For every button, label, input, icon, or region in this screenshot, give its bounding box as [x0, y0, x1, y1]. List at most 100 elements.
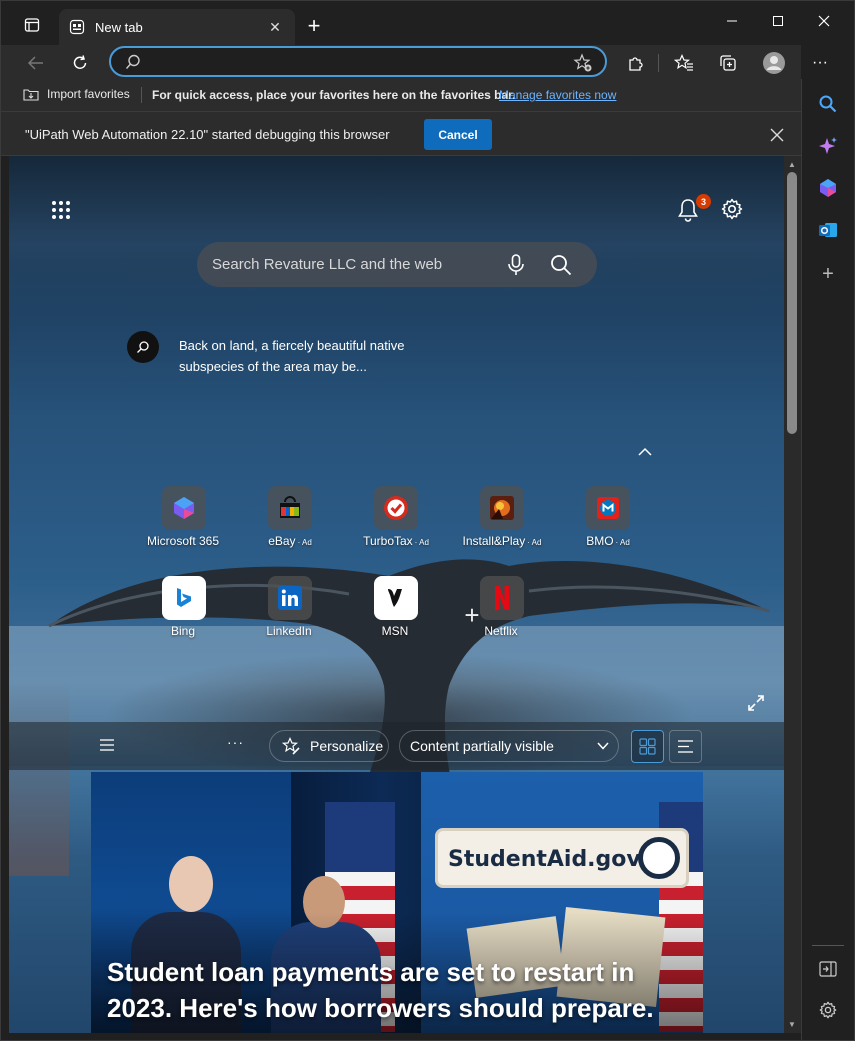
microsoft-365-icon	[820, 179, 836, 197]
close-icon	[818, 15, 830, 27]
microphone-icon[interactable]	[505, 253, 527, 277]
quick-link-label: TurboTax · Ad	[363, 534, 429, 548]
chevron-up-icon[interactable]	[635, 444, 655, 460]
tab-actions-icon	[24, 18, 40, 32]
page-settings-gear-icon[interactable]	[721, 198, 743, 220]
sidebar-outlook-button[interactable]	[815, 217, 841, 243]
new-tab-page: 3 Back on land, a fiercely beautiful nat…	[9, 156, 784, 1033]
bing-icon	[162, 576, 206, 620]
notification-badge: 3	[696, 194, 711, 209]
personalize-button[interactable]: Personalize	[269, 730, 389, 762]
quick-link-label: Microsoft 365	[146, 534, 220, 548]
gear-icon	[819, 1001, 837, 1019]
infobar-message: "UiPath Web Automation 22.10" started de…	[25, 127, 390, 142]
favorites-button[interactable]	[669, 48, 699, 78]
new-tab-button[interactable]: +	[301, 13, 327, 39]
outlook-icon	[819, 223, 837, 237]
sidebar-divider	[812, 945, 844, 946]
favorites-divider	[141, 87, 142, 103]
quick-link-install-and-play[interactable]: Install&Play · Ad	[457, 484, 547, 564]
feed-toolbar: ··· Personalize Content partially visibl…	[9, 722, 784, 770]
close-window-button[interactable]	[801, 7, 847, 35]
web-search-input[interactable]	[212, 254, 502, 274]
favorites-icon	[674, 54, 693, 71]
scrollbar-thumb[interactable]	[787, 172, 797, 434]
tab-actions-button[interactable]	[15, 11, 49, 39]
close-icon	[770, 128, 784, 142]
sidebar-collapse-icon	[819, 961, 837, 977]
sidebar-search-button[interactable]	[815, 91, 841, 117]
extensions-button[interactable]	[621, 48, 651, 78]
profile-button[interactable]	[759, 48, 789, 78]
apps-launcher-icon[interactable]	[51, 200, 71, 220]
quick-link-microsoft-365[interactable]: Microsoft 365	[139, 484, 229, 564]
search-icon[interactable]	[549, 253, 573, 277]
maximize-button[interactable]	[755, 7, 801, 35]
feed-more-button[interactable]: ···	[227, 734, 244, 750]
address-input[interactable]	[151, 52, 571, 72]
sidebar-discover-button[interactable]	[815, 133, 841, 159]
quick-link-bmo[interactable]: BMO · Ad	[563, 484, 653, 564]
hide-sidebar-button[interactable]	[815, 956, 841, 982]
manage-favorites-link[interactable]: Manage favorites now	[499, 88, 616, 102]
quick-link-msn[interactable]: MSN	[351, 574, 441, 654]
list-layout-icon	[678, 740, 693, 753]
cancel-button[interactable]: Cancel	[424, 119, 492, 150]
quick-link-label: LinkedIn	[266, 624, 312, 638]
refresh-icon	[73, 55, 87, 69]
quick-link-turbotax[interactable]: TurboTax · Ad	[351, 484, 441, 564]
sidebar-settings-button[interactable]	[815, 997, 841, 1023]
image-fact-text: Back on land, a fiercely beautiful nativ…	[179, 338, 405, 374]
page-scrollbar[interactable]: ▲ ▼	[784, 156, 801, 1033]
quick-link-bing[interactable]: Bing	[139, 574, 229, 654]
minimize-button[interactable]	[709, 7, 755, 35]
import-favorites-button[interactable]: Import favorites	[23, 87, 130, 101]
minimize-icon	[727, 20, 737, 22]
address-bar[interactable]	[109, 46, 607, 77]
sidebar-add-button[interactable]: +	[815, 261, 841, 287]
collections-icon	[720, 55, 736, 71]
msn-icon	[374, 576, 418, 620]
hero-headline[interactable]: Student loan payments are set to restart…	[107, 954, 697, 1026]
toolbar-divider	[658, 54, 659, 72]
bmo-icon	[586, 486, 630, 530]
expand-icon[interactable]	[747, 694, 765, 712]
settings-more-button[interactable]: ···	[805, 48, 835, 78]
quick-link-ebay[interactable]: eBay · Ad	[245, 484, 335, 564]
scroll-up-icon[interactable]: ▲	[788, 160, 797, 169]
quick-links: Microsoft 365 eBay · Ad TurboTax · Ad Inst…	[139, 484, 649, 654]
grid-layout-icon	[639, 738, 656, 755]
quick-link-label: Install&Play · Ad	[462, 534, 542, 548]
scroll-down-icon[interactable]: ▼	[788, 1020, 797, 1029]
quick-link-linkedin[interactable]: LinkedIn	[245, 574, 335, 654]
puzzle-icon	[629, 57, 643, 71]
magnifier-icon	[638, 837, 680, 879]
list-layout-button[interactable]	[669, 730, 702, 763]
add-favorite-icon[interactable]	[573, 53, 593, 73]
add-quick-link-button[interactable]: +	[457, 600, 487, 630]
game-icon	[480, 486, 524, 530]
chevron-down-icon	[597, 742, 609, 750]
quick-link-label: Bing	[170, 624, 196, 638]
avatar-icon	[763, 52, 785, 74]
back-button[interactable]	[21, 48, 51, 78]
edge-sidebar: +	[801, 79, 854, 1040]
collections-button[interactable]	[713, 48, 743, 78]
search-icon	[127, 331, 159, 363]
tab-new-tab[interactable]: New tab ✕	[59, 9, 295, 45]
studentaid-sign: StudentAid.gov	[435, 828, 689, 888]
back-arrow-icon	[27, 56, 43, 70]
tab-close-icon[interactable]: ✕	[265, 17, 285, 37]
sidebar-office-button[interactable]	[815, 175, 841, 201]
grid-layout-button[interactable]	[631, 730, 664, 763]
refresh-button[interactable]	[65, 48, 95, 78]
linkedin-icon	[268, 576, 312, 620]
infobar-close-button[interactable]	[767, 125, 787, 145]
studentaid-sign-text: StudentAid.gov	[448, 847, 641, 872]
web-search-box[interactable]	[197, 242, 597, 287]
import-favorites-label: Import favorites	[47, 87, 130, 101]
content-visibility-dropdown[interactable]: Content partially visible	[399, 730, 619, 762]
hamburger-menu-icon[interactable]	[99, 738, 115, 752]
speaker-face	[169, 856, 213, 912]
hero-news-card[interactable]: StudentAid.gov Student loan payments are…	[91, 772, 703, 1033]
